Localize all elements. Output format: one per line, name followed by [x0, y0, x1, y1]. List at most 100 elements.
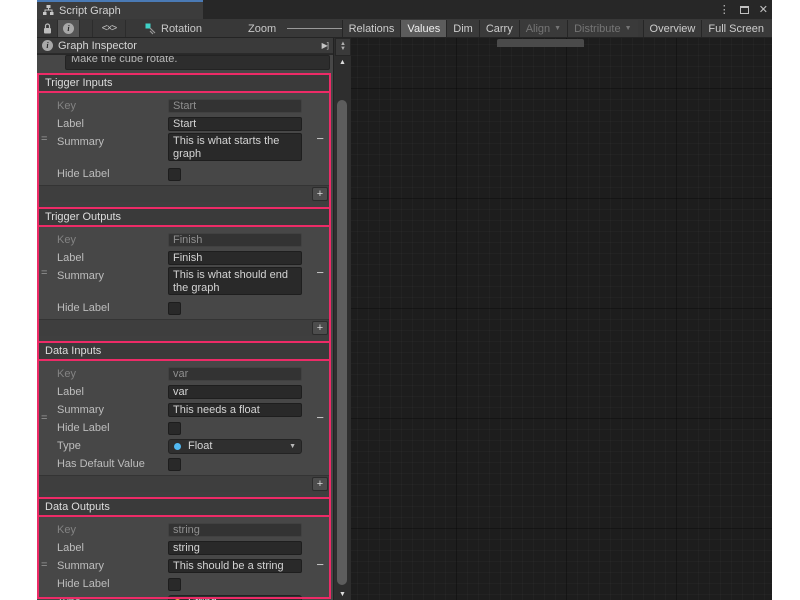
label-row: Label	[37, 539, 331, 557]
type-row: Type Float ▼	[37, 437, 331, 455]
hide-label-row: Hide Label	[37, 419, 331, 437]
scroll-up-icon[interactable]: ▲	[334, 59, 351, 66]
maximize-icon[interactable]	[740, 6, 749, 14]
section-header: Trigger Inputs	[37, 73, 331, 93]
label-row: Label	[37, 115, 331, 133]
code-view-button[interactable]: <×>	[92, 20, 126, 37]
graph-inspector-title: Graph Inspector	[58, 40, 137, 52]
chevron-down-icon: ▼	[289, 443, 296, 450]
toolbar-button-dim[interactable]: Dim	[446, 20, 479, 37]
add-port-button[interactable]: +	[312, 477, 328, 491]
has-default-checkbox[interactable]	[168, 458, 181, 471]
section-data-outputs: Data Outputs Key Label Summary	[37, 497, 331, 600]
summary-input[interactable]: This is what starts the graph	[168, 133, 302, 161]
add-port-button[interactable]: +	[312, 321, 328, 335]
key-input	[168, 99, 302, 113]
tab-strip: Script Graph ⋮ ✕	[37, 0, 772, 19]
remove-port-button[interactable]: −	[316, 413, 324, 423]
inspector-scrollbar: ▲ ▼ ▲ ▼	[333, 38, 351, 600]
toolbar-button-relations[interactable]: Relations	[342, 20, 401, 37]
zoom-label: Zoom	[248, 20, 276, 37]
add-port-row: +	[37, 319, 331, 336]
drag-handle-icon[interactable]: =	[41, 267, 47, 279]
scrollbar-thumb[interactable]	[337, 100, 347, 585]
hide-label-checkbox[interactable]	[168, 302, 181, 315]
code-icon: <×>	[102, 23, 117, 34]
scroll-spinner[interactable]: ▲ ▼	[335, 38, 351, 56]
remove-port-button[interactable]: −	[316, 560, 324, 570]
graph-inspector-header: i Graph Inspector ▶]	[37, 38, 333, 54]
label-input[interactable]	[168, 251, 302, 265]
node-fragment[interactable]	[497, 39, 584, 47]
label-input[interactable]	[168, 117, 302, 131]
graph-description-text: Make the cube rotate.	[71, 55, 324, 68]
graph-inspector-body: Make the cube rotate. Trigger Inputs Key…	[37, 55, 333, 600]
key-input	[168, 523, 302, 537]
summary-input[interactable]	[168, 559, 302, 573]
hide-label-checkbox[interactable]	[168, 168, 181, 181]
chevron-down-icon: ▼	[554, 25, 561, 32]
remove-port-button[interactable]: −	[316, 268, 324, 278]
toolbar-button-align: Align▼	[519, 20, 567, 37]
rotation-graph-icon	[143, 20, 159, 37]
hide-label-checkbox[interactable]	[168, 422, 181, 435]
key-input	[168, 367, 302, 381]
tab-title: Script Graph	[59, 5, 121, 17]
section-header: Data Outputs	[37, 497, 331, 517]
unity-visual-scripting-window: Script Graph ⋮ ✕ i <×> Rotation Zoom 1x …	[37, 0, 772, 600]
section-header: Trigger Outputs	[37, 207, 331, 227]
window-menu-icon[interactable]: ⋮	[719, 3, 730, 16]
toolbar-button-values[interactable]: Values	[400, 20, 446, 37]
toolbar-button-fullscreen[interactable]: Full Screen	[701, 20, 770, 37]
script-graph-icon	[43, 5, 54, 16]
key-row: Key	[37, 97, 331, 115]
key-row: Key	[37, 365, 331, 383]
toolbar-button-distribute: Distribute▼	[567, 20, 637, 37]
summary-row: Summary This is what starts the graph	[37, 133, 331, 165]
graph-description-field[interactable]: Make the cube rotate.	[65, 55, 330, 70]
add-port-row: +	[37, 185, 331, 202]
hide-label-row: Hide Label	[37, 575, 331, 593]
type-row: Type String ▼	[37, 593, 331, 600]
drag-handle-icon[interactable]: =	[41, 133, 47, 145]
summary-row: Summary	[37, 401, 331, 419]
drag-handle-icon[interactable]: =	[41, 559, 47, 571]
has-default-row: Has Default Value	[37, 455, 331, 473]
key-row: Key	[37, 231, 331, 249]
add-port-row: +	[37, 475, 331, 492]
drag-handle-icon[interactable]: =	[41, 412, 47, 424]
label-input[interactable]	[168, 385, 302, 399]
add-port-button[interactable]: +	[312, 187, 328, 201]
type-dropdown[interactable]: Float ▼	[168, 439, 302, 454]
type-dropdown[interactable]: String ▼	[168, 595, 302, 600]
dock-panel-icon[interactable]: ▶]	[322, 41, 328, 50]
toolbar-button-overview[interactable]: Overview	[643, 20, 702, 37]
hide-label-row: Hide Label	[37, 299, 331, 317]
section-trigger-outputs: Trigger Outputs Key Label Summary This i…	[37, 207, 331, 336]
section-data-inputs: Data Inputs Key Label Summary	[37, 341, 331, 492]
hide-label-checkbox[interactable]	[168, 578, 181, 591]
graph-canvas[interactable]	[351, 38, 772, 600]
summary-input[interactable]: This is what should end the graph	[168, 267, 302, 295]
close-icon[interactable]: ✕	[759, 3, 768, 16]
summary-row: Summary This is what should end the grap…	[37, 267, 331, 299]
toolbar-button-carry[interactable]: Carry	[479, 20, 519, 37]
summary-input[interactable]	[168, 403, 302, 417]
float-type-icon	[174, 443, 181, 450]
lock-button[interactable]	[37, 20, 58, 37]
graph-toolbar: i <×> Rotation Zoom 1x Relations Values …	[37, 19, 772, 38]
label-row: Label	[37, 249, 331, 267]
remove-port-button[interactable]: −	[316, 134, 324, 144]
label-input[interactable]	[168, 541, 302, 555]
label-row: Label	[37, 383, 331, 401]
section-header: Data Inputs	[37, 341, 331, 361]
summary-row: Summary	[37, 557, 331, 575]
hide-label-row: Hide Label	[37, 165, 331, 183]
spinner-down-icon: ▼	[340, 47, 346, 52]
key-row: Key	[37, 521, 331, 539]
key-input	[168, 233, 302, 247]
tab-script-graph[interactable]: Script Graph	[37, 0, 203, 19]
scroll-down-icon[interactable]: ▼	[334, 591, 351, 598]
section-trigger-inputs: Trigger Inputs Key Label Summary This is…	[37, 73, 331, 202]
inspector-toggle-button[interactable]: i	[58, 20, 80, 37]
